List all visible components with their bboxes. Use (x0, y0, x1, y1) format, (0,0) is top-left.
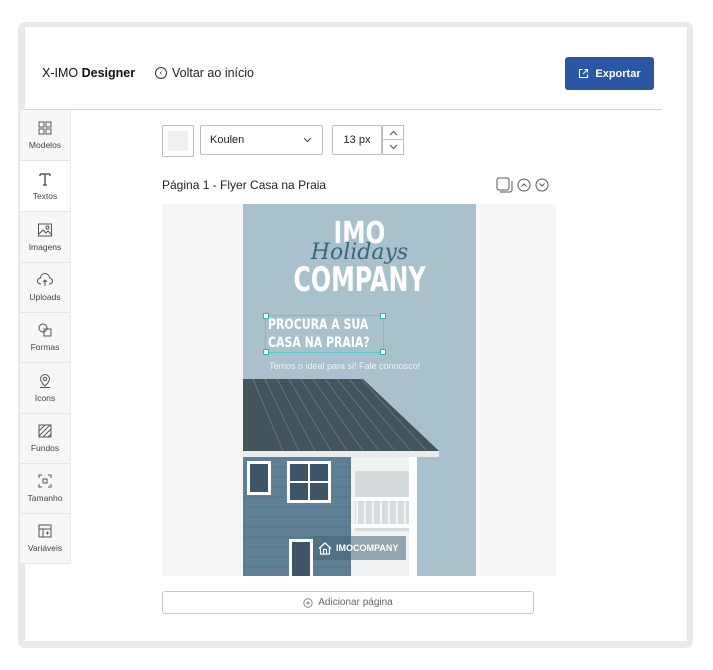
flyer-headline[interactable]: PROCURA A SUA CASA NA PRAIA? (268, 316, 370, 352)
resize-handle[interactable] (380, 349, 386, 355)
sidebar-item-variaveis[interactable]: Variáveis (20, 513, 70, 564)
back-home-label: Voltar ao início (172, 66, 254, 80)
font-size-value: 13 px (343, 134, 371, 146)
sidebar: Modelos Textos Imagens Uploads Formas Ic… (20, 110, 71, 564)
sidebar-item-label: Imagens (28, 242, 62, 252)
page-title: Página 1 - Flyer Casa na Praia (162, 178, 327, 192)
export-label: Exportar (595, 67, 641, 80)
header-divider (25, 109, 662, 110)
variables-icon (38, 524, 52, 538)
plus-circle-icon (303, 597, 313, 608)
image-icon (38, 223, 52, 237)
flyer-subline[interactable]: Temos o ideal para si! Fale connosco! (269, 361, 420, 371)
house-icon (318, 541, 332, 555)
add-page-label: Adicionar página (318, 597, 393, 608)
increase-size-button[interactable] (382, 125, 404, 140)
flyer-company-text[interactable]: COMPANY (271, 262, 448, 298)
move-page-down-icon[interactable] (535, 178, 549, 192)
sidebar-item-label: Icons (34, 393, 56, 403)
flyer-logo[interactable]: IMOCOMPANY (313, 536, 406, 560)
arrow-left-circle-icon: ‹ (155, 67, 167, 79)
sidebar-item-icons[interactable]: Icons (20, 363, 70, 414)
font-size-stepper (382, 125, 404, 155)
sidebar-item-label: Variáveis (27, 543, 63, 553)
sidebar-item-label: Modelos (28, 140, 62, 150)
sidebar-item-formas[interactable]: Formas (20, 312, 70, 363)
upload-cloud-icon (37, 273, 53, 286)
sidebar-item-uploads[interactable]: Uploads (20, 262, 70, 313)
resize-handle[interactable] (380, 313, 386, 319)
font-size-input[interactable]: 13 px (332, 125, 382, 155)
sidebar-item-fundos[interactable]: Fundos (20, 413, 70, 464)
export-button[interactable]: Exportar (565, 57, 654, 90)
resize-icon (38, 474, 52, 488)
back-home-link[interactable]: ‹ Voltar ao início (155, 66, 254, 80)
decrease-size-button[interactable] (382, 140, 404, 155)
sidebar-item-label: Textos (32, 191, 58, 201)
chevron-up-icon (389, 130, 397, 135)
color-swatch (168, 131, 188, 151)
sidebar-item-tamanho[interactable]: Tamanho (20, 463, 70, 514)
text-color-picker[interactable] (162, 125, 194, 157)
brand-prefix: X-IMO (42, 66, 79, 80)
flyer-logo-text: IMOCOMPANY (336, 543, 399, 553)
add-page-button[interactable]: Adicionar página (162, 591, 534, 614)
brand-bold: Designer (81, 66, 136, 80)
external-link-icon (579, 68, 589, 79)
headline-line-2: CASA NA PRAIA? (268, 335, 370, 351)
sidebar-item-textos[interactable]: Textos (20, 161, 70, 212)
sidebar-item-label: Tamanho (27, 493, 63, 503)
chevron-down-icon (303, 137, 312, 143)
sidebar-item-label: Fundos (30, 443, 60, 453)
shapes-icon (38, 323, 52, 337)
sidebar-item-label: Uploads (29, 292, 61, 302)
flyer-design[interactable]: IMO Holidays COMPANY PROCURA A SUA CASA … (243, 204, 476, 576)
text-icon (39, 173, 51, 186)
sidebar-item-imagens[interactable]: Imagens (20, 212, 70, 263)
chevron-down-icon (389, 144, 397, 150)
app-brand: X-IMO Designer (42, 66, 135, 80)
grid-icon (38, 121, 52, 135)
duplicate-page-icon[interactable] (496, 177, 513, 193)
headline-line-1: PROCURA A SUA (268, 317, 369, 333)
font-family-value: Koulen (210, 134, 245, 146)
page-actions (496, 177, 549, 193)
font-family-select[interactable]: Koulen (200, 125, 323, 155)
sidebar-item-modelos[interactable]: Modelos (20, 110, 70, 161)
sidebar-item-label: Formas (30, 342, 60, 352)
hatch-icon (38, 424, 52, 438)
pin-icon (39, 373, 51, 388)
move-page-up-icon[interactable] (517, 178, 531, 192)
